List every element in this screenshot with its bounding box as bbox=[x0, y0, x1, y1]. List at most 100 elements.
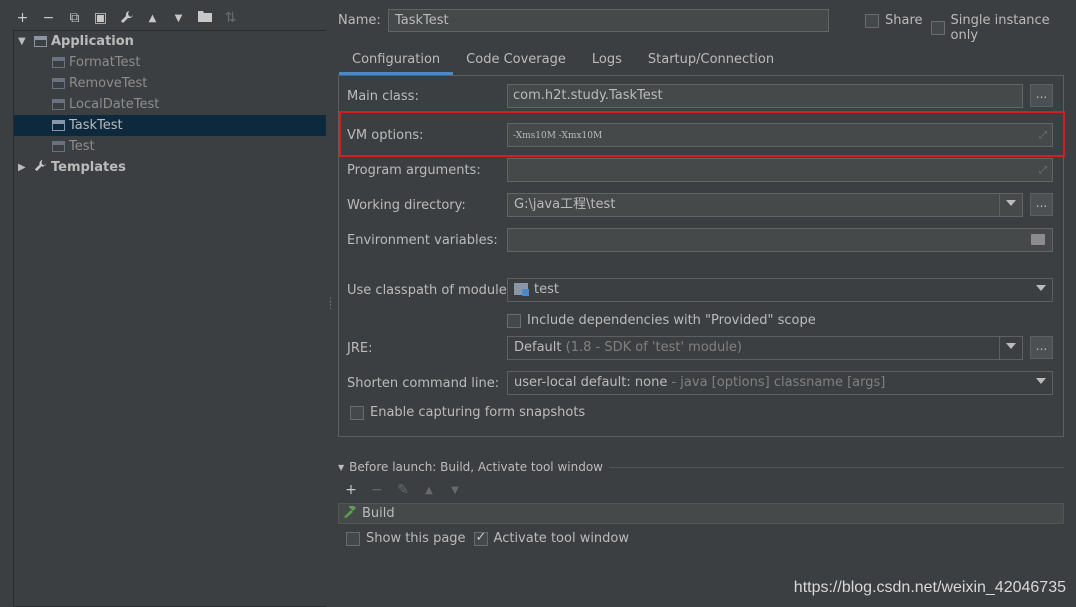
add-icon[interactable]: + bbox=[14, 10, 31, 27]
move-down-icon[interactable]: ▼ bbox=[448, 485, 462, 496]
single-instance-checkbox[interactable]: Single instance only bbox=[931, 13, 1076, 43]
tree-item-tasktest[interactable]: TaskTest bbox=[14, 115, 326, 136]
expand-icon[interactable]: ⤢ bbox=[1039, 128, 1047, 144]
tree-toolbar: + − ⧉ ▣ ▲ ▼ ⇅ bbox=[14, 8, 239, 28]
jre-combo[interactable]: Default (1.8 - SDK of 'test' module) bbox=[507, 336, 1023, 360]
program-arguments-label: Program arguments: bbox=[347, 163, 481, 178]
shorten-command-line-detail: - java [options] classname [args] bbox=[671, 375, 886, 390]
form-snapshots-checkbox[interactable]: Enable capturing form snapshots bbox=[350, 405, 585, 420]
jre-label: JRE: bbox=[347, 341, 373, 356]
application-icon bbox=[52, 141, 65, 152]
collapse-arrow-icon[interactable]: ▶ bbox=[18, 162, 28, 173]
tree-item-application[interactable]: ▼ Application bbox=[14, 31, 326, 52]
tree-item-label: TaskTest bbox=[69, 118, 123, 133]
tree-item-label: Templates bbox=[51, 160, 126, 175]
classpath-module-combo[interactable]: test bbox=[507, 278, 1053, 302]
wrench-icon[interactable] bbox=[118, 10, 135, 27]
environment-variables-input[interactable] bbox=[507, 228, 1053, 252]
environment-variables-label: Environment variables: bbox=[347, 233, 498, 248]
tree-item-label: FormatTest bbox=[69, 55, 141, 70]
tree-item-label: RemoveTest bbox=[69, 76, 148, 91]
vm-options-label: VM options: bbox=[347, 128, 424, 143]
checkbox-icon[interactable] bbox=[865, 13, 879, 28]
add-icon[interactable]: + bbox=[344, 482, 358, 498]
collapse-arrow-icon[interactable]: ▼ bbox=[338, 463, 344, 472]
tab-bar: Configuration Code Coverage Logs Startup… bbox=[339, 46, 787, 75]
wrench-icon bbox=[34, 159, 47, 176]
list-item[interactable]: Build bbox=[362, 506, 395, 521]
sort-icon[interactable]: ⇅ bbox=[222, 10, 239, 27]
checkbox-checked-icon[interactable] bbox=[473, 530, 488, 546]
jre-detail: (1.8 - SDK of 'test' module) bbox=[565, 340, 742, 355]
tree-item-removetest[interactable]: RemoveTest bbox=[14, 73, 326, 94]
before-launch-list: Build bbox=[338, 503, 1064, 524]
form-snapshots-label: Enable capturing form snapshots bbox=[370, 405, 586, 420]
show-page-label: Show this page bbox=[366, 531, 466, 546]
tab-logs[interactable]: Logs bbox=[579, 46, 635, 75]
working-directory-label: Working directory: bbox=[347, 198, 466, 213]
chevron-down-icon[interactable] bbox=[1036, 378, 1046, 384]
chevron-down-icon[interactable] bbox=[1036, 285, 1046, 291]
tree-item-test[interactable]: Test bbox=[14, 136, 326, 157]
checkbox-icon[interactable] bbox=[350, 405, 364, 420]
include-dependencies-checkbox[interactable]: Include dependencies with "Provided" sco… bbox=[507, 313, 816, 328]
move-up-icon[interactable]: ▲ bbox=[144, 10, 161, 27]
application-icon bbox=[34, 36, 47, 47]
shorten-command-line-combo[interactable]: user-local default: none - java [options… bbox=[507, 371, 1053, 395]
hammer-icon bbox=[343, 505, 357, 522]
main-class-input[interactable]: com.h2t.study.TaskTest bbox=[507, 84, 1023, 108]
chevron-down-icon[interactable] bbox=[1006, 343, 1016, 349]
copy-icon[interactable]: ⧉ bbox=[66, 10, 83, 27]
tab-startup-connection[interactable]: Startup/Connection bbox=[635, 46, 787, 75]
new-folder-icon[interactable] bbox=[196, 10, 213, 27]
activate-tool-window-label: Activate tool window bbox=[493, 531, 630, 546]
before-launch-header[interactable]: ▼ Before launch: Build, Activate tool wi… bbox=[338, 460, 1064, 474]
application-icon bbox=[52, 120, 65, 131]
remove-icon[interactable]: − bbox=[40, 10, 57, 27]
shorten-command-line-value: user-local default: none bbox=[514, 375, 668, 390]
configuration-panel: Main class: com.h2t.study.TaskTest ... V… bbox=[338, 75, 1065, 437]
main-class-label: Main class: bbox=[347, 89, 419, 104]
remove-icon[interactable]: − bbox=[370, 482, 384, 498]
classpath-module-label: Use classpath of module: bbox=[347, 283, 512, 298]
name-label: Name: bbox=[338, 13, 381, 28]
share-label: Share bbox=[885, 13, 923, 28]
checkbox-icon[interactable] bbox=[931, 21, 945, 35]
save-icon[interactable]: ▣ bbox=[92, 10, 109, 27]
show-page-checkbox[interactable]: Show this page bbox=[346, 531, 466, 546]
application-icon bbox=[52, 99, 65, 110]
move-up-icon[interactable]: ▲ bbox=[422, 485, 436, 496]
jre-browse-button[interactable]: ... bbox=[1030, 336, 1053, 359]
checkbox-icon[interactable] bbox=[507, 313, 521, 328]
application-icon bbox=[52, 78, 65, 89]
vm-options-value: -Xms10M -Xmx10M bbox=[513, 131, 603, 141]
divider bbox=[608, 466, 1064, 468]
edit-icon[interactable]: ✎ bbox=[396, 482, 410, 498]
program-arguments-input[interactable]: ⤢ bbox=[507, 158, 1053, 182]
tab-configuration[interactable]: Configuration bbox=[339, 46, 454, 75]
left-panel: + − ⧉ ▣ ▲ ▼ ⇅ ▼ Application FormatTest R… bbox=[0, 0, 326, 607]
right-panel: Name: TaskTest Share Single instance onl… bbox=[332, 0, 1076, 607]
configuration-tree: ▼ Application FormatTest RemoveTest Loca… bbox=[13, 30, 326, 607]
name-input[interactable]: TaskTest bbox=[388, 9, 829, 32]
main-class-browse-button[interactable]: ... bbox=[1030, 84, 1053, 107]
folder-icon[interactable] bbox=[1031, 234, 1045, 245]
chevron-down-icon[interactable] bbox=[1006, 200, 1016, 206]
share-checkbox[interactable]: Share bbox=[865, 13, 923, 28]
working-directory-value: G:\java工程\test bbox=[514, 197, 616, 212]
tab-code-coverage[interactable]: Code Coverage bbox=[453, 46, 579, 75]
tree-item-templates[interactable]: ▶ Templates bbox=[14, 157, 326, 178]
working-directory-browse-button[interactable]: ... bbox=[1030, 193, 1053, 216]
before-launch-label: Before launch: Build, Activate tool wind… bbox=[349, 460, 603, 474]
expand-icon[interactable]: ⤢ bbox=[1039, 163, 1047, 179]
checkbox-icon[interactable] bbox=[346, 531, 360, 546]
vm-options-input[interactable]: -Xms10M -Xmx10M ⤢ bbox=[507, 123, 1053, 147]
activate-tool-window-checkbox[interactable]: Activate tool window bbox=[473, 530, 630, 546]
move-down-icon[interactable]: ▼ bbox=[170, 10, 187, 27]
tree-item-formattest[interactable]: FormatTest bbox=[14, 52, 326, 73]
tree-item-localdatetest[interactable]: LocalDateTest bbox=[14, 94, 326, 115]
include-dependencies-label: Include dependencies with "Provided" sco… bbox=[527, 313, 816, 328]
classpath-module-value: test bbox=[534, 282, 559, 297]
expand-arrow-icon[interactable]: ▼ bbox=[18, 36, 28, 47]
working-directory-combo[interactable]: G:\java工程\test bbox=[507, 193, 1023, 217]
